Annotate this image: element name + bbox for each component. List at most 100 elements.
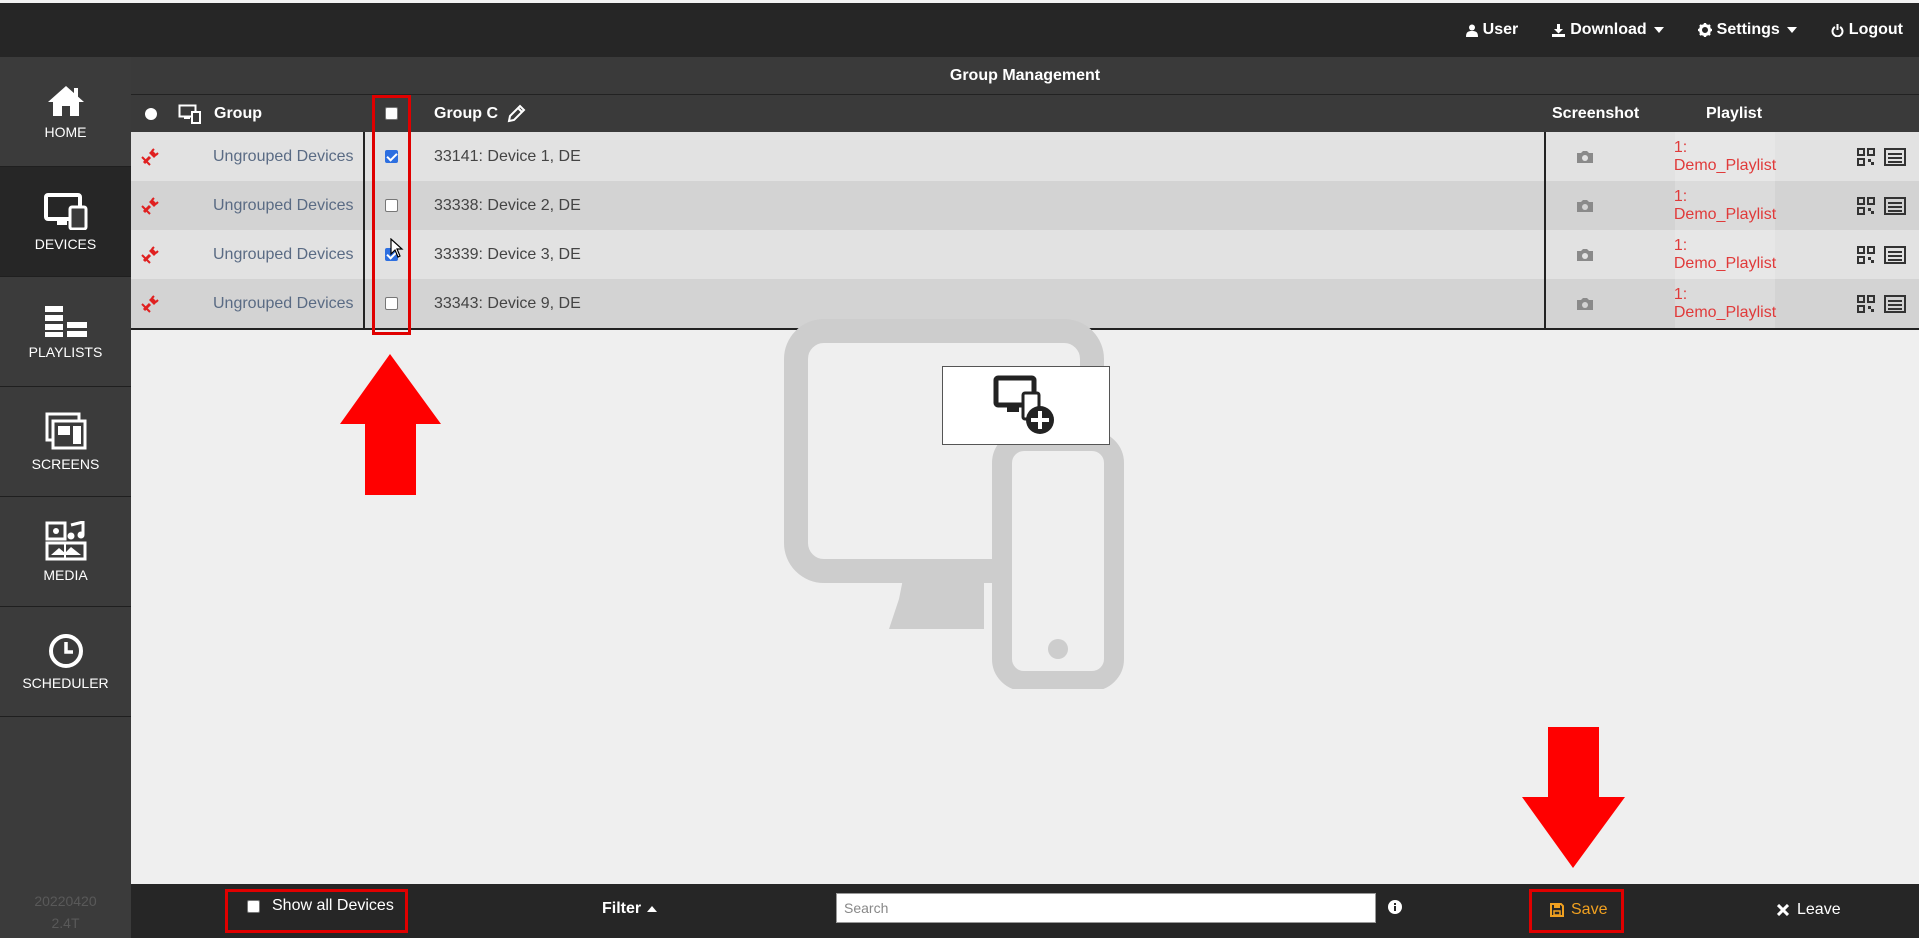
devices-icon	[43, 192, 87, 230]
page-title: Group Management	[131, 57, 1919, 95]
table-row[interactable]: Ungrouped Devices 33338: Device 2, DE 1:…	[131, 181, 1919, 230]
leave-button[interactable]: Leave	[1777, 901, 1841, 919]
show-all-checkbox[interactable]	[247, 899, 260, 913]
device-group-name: Ungrouped Devices	[213, 196, 354, 214]
media-icon	[45, 520, 86, 560]
add-device-button[interactable]	[942, 366, 1110, 445]
bottom-bar: Show all Devices Filter Save Leave	[131, 884, 1919, 938]
playlist-label: 1: Demo_Playlist	[1673, 236, 1777, 272]
user-icon	[1465, 24, 1478, 37]
clock-icon	[48, 633, 83, 668]
status-column-icon	[144, 95, 158, 132]
user-label: User	[1482, 21, 1519, 38]
chevron-down-icon	[1653, 27, 1664, 33]
sidebar-item-home[interactable]: HOME	[0, 57, 131, 167]
camera-icon[interactable]	[1576, 279, 1594, 328]
table-row[interactable]: Ungrouped Devices 33339: Device 3, DE 1:…	[131, 230, 1919, 279]
version-info: 20220420 2.4T	[0, 890, 131, 934]
pencil-icon[interactable]	[506, 104, 526, 124]
settings-menu[interactable]: Settings	[1697, 21, 1797, 39]
devices-column-icon	[178, 95, 202, 132]
mouse-cursor-icon	[390, 238, 404, 258]
disconnected-plug-icon	[141, 230, 159, 279]
disconnected-plug-icon	[141, 279, 159, 328]
details-list-icon[interactable]	[1884, 230, 1906, 279]
playlist-label: 1: Demo_Playlist	[1673, 187, 1777, 223]
home-icon	[47, 85, 84, 116]
device-checkbox[interactable]	[385, 181, 398, 230]
sidebar-item-label: DEVICES	[34, 235, 97, 252]
save-label: Save	[1571, 901, 1608, 918]
version-number: 2.4T	[51, 915, 80, 931]
sidebar-item-label: HOME	[44, 123, 87, 140]
leave-label: Leave	[1797, 901, 1841, 918]
playlist-label: 1: Demo_Playlist	[1673, 138, 1777, 174]
arrow-up-annotation	[340, 354, 441, 495]
sidebar-item-screens[interactable]: SCREENS	[0, 387, 131, 497]
info-icon[interactable]	[1388, 900, 1402, 914]
qr-code-icon[interactable]	[1857, 181, 1875, 230]
filter-button[interactable]: Filter	[602, 900, 658, 918]
screens-icon	[45, 412, 86, 449]
show-all-devices-toggle[interactable]: Show all Devices	[247, 897, 394, 915]
arrow-down-annotation	[1522, 727, 1625, 868]
qr-code-icon[interactable]	[1857, 279, 1875, 328]
playlist-link[interactable]: 1: Demo_Playlist	[1673, 230, 1777, 279]
playlist-link[interactable]: 1: Demo_Playlist	[1673, 181, 1777, 230]
qr-code-icon[interactable]	[1857, 132, 1875, 181]
device-group-name: Ungrouped Devices	[213, 245, 354, 263]
sidebar-item-scheduler[interactable]: SCHEDULER	[0, 607, 131, 717]
logout-button[interactable]: Logout	[1831, 21, 1903, 39]
details-list-icon[interactable]	[1884, 181, 1906, 230]
sidebar-item-playlists[interactable]: PLAYLISTS	[0, 277, 131, 387]
sidebar-item-label: SCREENS	[31, 455, 100, 472]
search-input[interactable]	[836, 893, 1376, 923]
add-device-icon	[993, 375, 1054, 434]
playlist-link[interactable]: 1: Demo_Playlist	[1673, 279, 1777, 328]
camera-icon[interactable]	[1576, 132, 1594, 181]
screenshot-column-header: Screenshot	[1552, 104, 1640, 122]
playlist-column-header: Playlist	[1706, 104, 1763, 122]
save-button[interactable]: Save	[1550, 901, 1607, 919]
device-name: 33338: Device 2, DE	[434, 196, 581, 214]
device-name: 33339: Device 3, DE	[434, 245, 581, 263]
camera-icon[interactable]	[1576, 181, 1594, 230]
user-menu[interactable]: User	[1465, 21, 1519, 39]
group-column-header: Group	[214, 104, 262, 122]
details-list-icon[interactable]	[1884, 132, 1906, 181]
sidebar-item-devices[interactable]: DEVICES	[0, 167, 131, 277]
device-checkbox[interactable]	[385, 279, 398, 328]
device-checkbox[interactable]	[385, 132, 398, 181]
logout-label: Logout	[1848, 21, 1903, 38]
filter-label: Filter	[602, 900, 642, 917]
close-icon	[1777, 904, 1789, 916]
disconnected-plug-icon	[141, 181, 159, 230]
details-list-icon[interactable]	[1884, 279, 1906, 328]
version-date: 20220420	[34, 893, 97, 909]
gear-icon	[1697, 23, 1712, 37]
sidebar-item-media[interactable]: MEDIA	[0, 497, 131, 607]
playlist-link[interactable]: 1: Demo_Playlist	[1673, 132, 1777, 181]
select-all-checkbox[interactable]	[385, 95, 398, 132]
settings-label: Settings	[1716, 21, 1780, 38]
download-label: Download	[1570, 21, 1647, 38]
floppy-disk-icon	[1550, 903, 1564, 917]
show-all-label: Show all Devices	[272, 897, 394, 914]
table-header: Group Group C Screenshot Playlist	[131, 95, 1919, 132]
download-icon	[1552, 23, 1566, 37]
sidebar-item-label: MEDIA	[43, 566, 88, 583]
playlists-icon	[44, 305, 87, 337]
disconnected-plug-icon	[141, 132, 159, 181]
camera-icon[interactable]	[1576, 230, 1594, 279]
qr-code-icon[interactable]	[1857, 230, 1875, 279]
column-divider	[1544, 132, 1546, 328]
group-name-header: Group C	[434, 95, 526, 132]
chevron-up-icon	[647, 906, 658, 912]
table-row[interactable]: Ungrouped Devices 33141: Device 1, DE 1:…	[131, 132, 1919, 181]
column-divider	[363, 132, 365, 328]
device-group-name: Ungrouped Devices	[213, 147, 354, 165]
sidebar-item-label: SCHEDULER	[22, 674, 109, 691]
download-menu[interactable]: Download	[1552, 21, 1664, 39]
playlist-label: 1: Demo_Playlist	[1673, 285, 1777, 321]
power-icon	[1831, 23, 1844, 37]
